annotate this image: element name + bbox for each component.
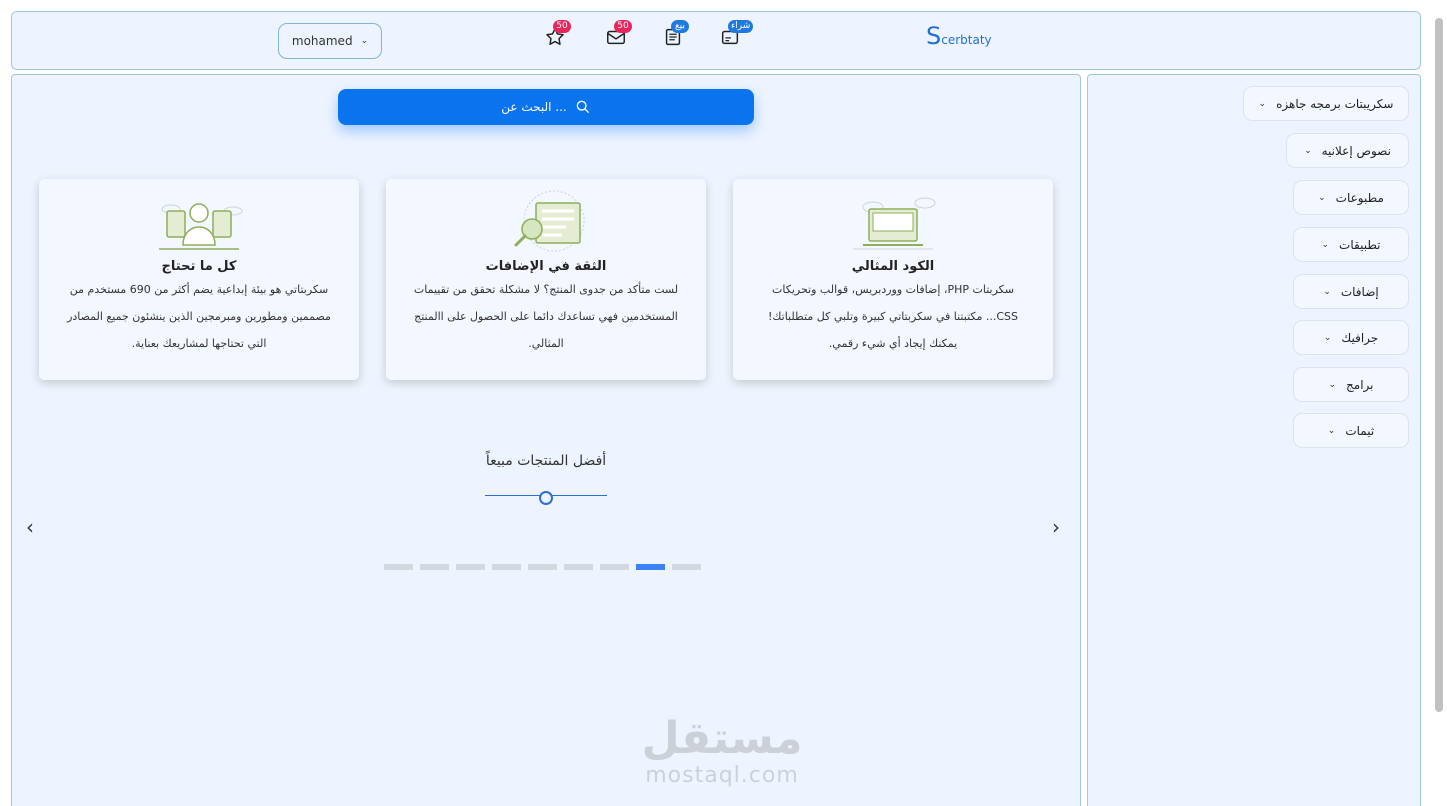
sidebar-item-label: سكريبتات برمجه جاهزه	[1276, 96, 1394, 111]
card-title: كل ما تحتاج	[161, 259, 237, 274]
page-scrollbar[interactable]	[1435, 18, 1443, 712]
chevron-down-icon: ⌄	[1321, 239, 1330, 250]
buy-button[interactable]: شراء	[719, 20, 754, 50]
buy-badge: شراء	[728, 20, 754, 33]
favorites-badge: 50	[553, 20, 571, 33]
sell-badge: بيع	[671, 20, 689, 33]
sidebar-item-label: جرافيك	[1341, 330, 1379, 345]
carousel-dot[interactable]	[564, 564, 593, 570]
chevron-down-icon: ⌄	[1328, 379, 1337, 390]
sidebar-item-themes[interactable]: ثيمات ⌄	[1293, 413, 1409, 448]
watermark-latin: mostaql.com	[645, 763, 799, 788]
carousel-dot[interactable]	[384, 564, 413, 570]
best-sellers-title: أفضل المنتجات مبيعاً	[485, 453, 607, 469]
chevron-down-icon: ⌄	[1327, 425, 1336, 436]
card-text: لست متأكد من جدوى المنتج؟ لا مشكلة تحقق …	[413, 283, 679, 350]
top-header: mohamed ⌄ 50 50 بيع شراء Scerbtaty	[11, 11, 1421, 70]
sidebar-item-ready-scripts[interactable]: سكريبتات برمجه جاهزه ⌄	[1243, 86, 1409, 121]
carousel-dot[interactable]	[528, 564, 557, 570]
laptop-illustration-icon	[853, 197, 936, 250]
chevron-down-icon: ⌄	[1258, 98, 1267, 109]
search-icon	[576, 100, 589, 113]
card-text: سكربتات PHP، إضافات ووردبريس، قوالب وتحر…	[767, 283, 1019, 350]
carousel-dot[interactable]	[672, 564, 701, 570]
watermark-arabic: مستقل	[641, 713, 803, 764]
sidebar-item-prints[interactable]: مطبوعات ⌄	[1293, 180, 1409, 215]
carousel-dot[interactable]	[492, 564, 521, 570]
magnifier-review-illustration-icon	[514, 190, 585, 252]
sidebar-item-plugins[interactable]: إضافات ⌄	[1293, 274, 1409, 309]
chevron-down-icon: ⌄	[360, 36, 369, 46]
logo-text: cerbtaty	[941, 33, 992, 47]
chevron-down-icon: ⌄	[1318, 192, 1326, 203]
sell-button[interactable]: بيع	[662, 20, 689, 50]
carousel-prev-arrow-icon[interactable]: ‹	[26, 517, 44, 537]
carousel-dot[interactable]	[456, 564, 485, 570]
card-title: الكود المثالي	[851, 259, 935, 274]
sidebar-item-label: مطبوعات	[1335, 190, 1384, 205]
sidebar-item-apps[interactable]: تطبيقات ⌄	[1293, 227, 1409, 262]
main-panel: البحث عن ... الكود المثالي سكربتات PHP، …	[11, 74, 1081, 806]
chevron-down-icon: ⌄	[1323, 332, 1332, 343]
sidebar-item-label: برامج	[1346, 377, 1374, 392]
feature-card-perfect-code: الكود المثالي سكربتات PHP، إضافات ووردبر…	[733, 179, 1053, 380]
sidebar-item-label: نصوص إعلانيه	[1321, 143, 1391, 158]
card-text: سكربتاتي هو بيئة إبداعية يضم أكثر من 690…	[67, 283, 331, 350]
person-desk-illustration-icon	[159, 203, 243, 250]
mostaql-watermark: مستقل mostaql.com	[632, 713, 812, 789]
category-sidebar: سكريبتات برمجه جاهزه ⌄ نصوص إعلانيه ⌄ مط…	[1087, 74, 1421, 806]
sidebar-item-ad-texts[interactable]: نصوص إعلانيه ⌄	[1286, 133, 1409, 168]
page: mohamed ⌄ 50 50 بيع شراء Scerbtaty البحث…	[0, 0, 1447, 806]
search-bar[interactable]: البحث عن ...	[338, 89, 754, 125]
sidebar-item-label: تطبيقات	[1339, 237, 1381, 252]
logo-initial: S	[926, 22, 942, 50]
carousel-dot[interactable]	[420, 564, 449, 570]
chevron-down-icon: ⌄	[1323, 286, 1331, 297]
user-name: mohamed	[291, 34, 353, 48]
divider-dot	[539, 491, 553, 505]
feature-card-trust: الثقة في الإضافات لست متأكد من جدوى المن…	[386, 179, 706, 380]
logo[interactable]: Scerbtaty	[926, 22, 992, 50]
sidebar-item-label: إضافات	[1340, 284, 1379, 299]
feature-card-everything: كل ما تحتاج سكربتاتي هو بيئة إبداعية يضم…	[39, 179, 359, 380]
chevron-down-icon: ⌄	[1304, 145, 1312, 156]
sidebar-item-label: ثيمات	[1345, 423, 1375, 438]
carousel-dots	[384, 564, 701, 570]
messages-badge: 50	[614, 20, 632, 33]
sidebar-item-graphics[interactable]: جرافيك ⌄	[1293, 320, 1409, 355]
carousel-dot[interactable]	[600, 564, 629, 570]
sidebar-item-software[interactable]: برامج ⌄	[1293, 367, 1409, 402]
card-title: الثقة في الإضافات	[485, 259, 607, 274]
favorites-button[interactable]: 50	[544, 20, 571, 50]
messages-button[interactable]: 50	[605, 20, 632, 50]
search-placeholder: البحث عن ...	[501, 100, 567, 114]
carousel-next-arrow-icon[interactable]: ›	[1052, 517, 1070, 537]
user-dropdown[interactable]: mohamed ⌄	[278, 23, 382, 59]
carousel-dot[interactable]	[636, 564, 665, 570]
